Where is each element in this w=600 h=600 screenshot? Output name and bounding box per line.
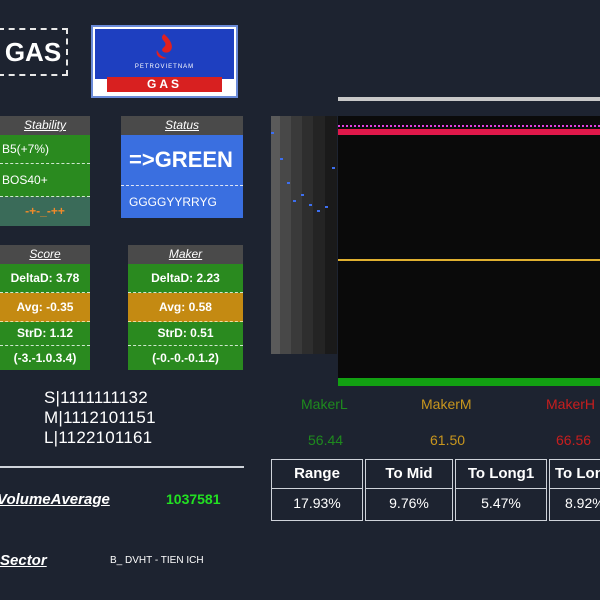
maker-mid-label: MakerM bbox=[421, 396, 472, 412]
stat-value: 8.92% bbox=[565, 495, 600, 511]
sml-mid: M|1112101151 bbox=[44, 408, 156, 427]
score-title: Score bbox=[0, 245, 90, 264]
status-title: Status bbox=[121, 116, 243, 135]
stat-range: Range 17.93% bbox=[271, 459, 363, 521]
maker-low-value: 56.44 bbox=[308, 432, 344, 448]
stability-line3: -+-_-++ bbox=[0, 197, 90, 226]
stability-line2: BOS40+ bbox=[0, 164, 90, 197]
profile-mark bbox=[293, 200, 296, 202]
maker-range: (-0.-0.-0.1.2) bbox=[128, 346, 243, 370]
sector-label: Sector bbox=[0, 552, 47, 569]
volume-profile bbox=[271, 116, 337, 354]
sml-block: S|1111111132 M|1112101151 L|1122101161 bbox=[44, 388, 156, 448]
stat-to-mid: To Mid 9.76% bbox=[365, 459, 453, 521]
profile-mark bbox=[309, 204, 312, 206]
profile-col bbox=[325, 116, 337, 354]
ticker-label: GAS bbox=[0, 28, 68, 76]
stat-title: To Long2 bbox=[550, 460, 600, 489]
profile-col bbox=[271, 116, 280, 354]
volume-label: VolumeAverage bbox=[0, 491, 110, 508]
maker-strd: StrD: 0.51 bbox=[128, 322, 243, 346]
maker-title: Maker bbox=[128, 245, 243, 264]
sector-value: B_ DVHT - TIEN ICH bbox=[110, 555, 204, 566]
status-main: =>GREEN bbox=[121, 135, 243, 186]
stat-value: 9.76% bbox=[389, 495, 429, 511]
profile-col bbox=[313, 116, 325, 354]
stat-title: To Long1 bbox=[456, 460, 546, 489]
price-range-panel bbox=[338, 116, 600, 386]
profile-mark bbox=[280, 158, 283, 160]
maker-high-label: MakerH bbox=[546, 396, 596, 412]
maker-high-line bbox=[338, 125, 600, 127]
profile-mark bbox=[317, 210, 320, 212]
profile-mark bbox=[271, 132, 274, 134]
maker-delta: DeltaD: 2.23 bbox=[128, 264, 243, 293]
logo-brand-band: GAS bbox=[107, 77, 222, 92]
profile-col bbox=[280, 116, 291, 354]
stat-value: 5.47% bbox=[481, 495, 521, 511]
stat-to-long2: To Long2 8.92% bbox=[549, 459, 600, 521]
logo-brand-text: PETROVIETNAM bbox=[134, 64, 195, 70]
score-delta: DeltaD: 3.78 bbox=[0, 264, 90, 293]
profile-mark bbox=[301, 194, 304, 196]
divider bbox=[0, 466, 244, 468]
flame-icon bbox=[156, 34, 172, 59]
volume-value: 1037581 bbox=[166, 491, 221, 507]
profile-mark bbox=[287, 182, 290, 184]
stat-title: Range bbox=[272, 460, 362, 489]
score-avg: Avg: -0.35 bbox=[0, 293, 90, 322]
top-bar bbox=[338, 97, 600, 101]
mid-line bbox=[338, 259, 600, 261]
stability-line1: B5(+7%) bbox=[0, 135, 90, 164]
low-band bbox=[338, 378, 600, 386]
profile-mark bbox=[325, 206, 328, 208]
maker-high-value: 66.56 bbox=[556, 432, 592, 448]
score-range: (-3.-1.0.3.4) bbox=[0, 346, 90, 370]
stat-title: To Mid bbox=[366, 460, 452, 489]
maker-low-label: MakerL bbox=[301, 396, 348, 412]
score-card: Score DeltaD: 3.78 Avg: -0.35 StrD: 1.12… bbox=[0, 245, 90, 370]
stability-title: Stability bbox=[0, 116, 90, 135]
profile-col bbox=[302, 116, 313, 354]
sml-long: L|1122101161 bbox=[44, 428, 153, 447]
stat-to-long1: To Long1 5.47% bbox=[455, 459, 547, 521]
stability-card: Stability B5(+7%) BOS40+ -+-_-++ bbox=[0, 116, 90, 226]
profile-col bbox=[291, 116, 302, 354]
maker-card: Maker DeltaD: 2.23 Avg: 0.58 StrD: 0.51 … bbox=[128, 245, 243, 370]
status-sub: GGGGYYRRYG bbox=[121, 186, 243, 218]
maker-avg: Avg: 0.58 bbox=[128, 293, 243, 322]
status-card: Status =>GREEN GGGGYYRRYG bbox=[121, 116, 243, 226]
score-strd: StrD: 1.12 bbox=[0, 322, 90, 346]
stat-value: 17.93% bbox=[293, 495, 341, 511]
profile-mark bbox=[332, 167, 335, 169]
maker-mid-value: 61.50 bbox=[430, 432, 466, 448]
high-band bbox=[338, 129, 600, 135]
company-logo: PETROVIETNAM GAS bbox=[91, 25, 238, 98]
sml-short: S|1111111132 bbox=[44, 388, 148, 407]
